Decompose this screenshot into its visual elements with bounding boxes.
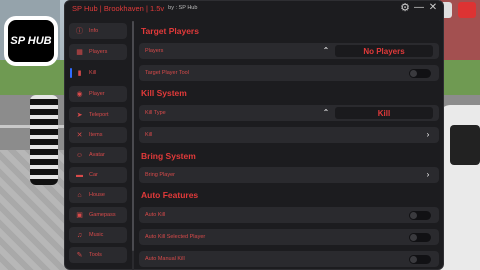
toggle-knob — [410, 234, 417, 241]
bring-player-button[interactable]: Bring Player › — [139, 167, 439, 183]
content-panel: Target Players Players ⌃ No Players Targ… — [139, 21, 439, 270]
section-title-target-players: Target Players — [141, 26, 199, 36]
house-icon: ⌂ — [77, 191, 82, 199]
scrollbar-thumb[interactable] — [132, 21, 134, 251]
title-bar[interactable]: SP Hub | Brookhaven | 1.5v by : SP Hub — [65, 1, 443, 15]
game-icon[interactable] — [458, 2, 476, 18]
auto-kill-selected-label: Auto Kill Selected Player — [145, 234, 206, 240]
auto-kill-toggle[interactable] — [409, 211, 431, 220]
sidebar-item-label: Kill — [89, 70, 97, 76]
music-icon: ♫ — [76, 231, 83, 239]
tools-icon: ✎ — [76, 251, 83, 259]
sidebar-item-items[interactable]: ✕ Items — [69, 127, 127, 143]
items-icon: ✕ — [76, 131, 83, 139]
sidebar-item-car[interactable]: ▬ Car — [69, 167, 127, 183]
sidebar-item-player[interactable]: ◉ Player — [69, 86, 127, 102]
auto-kill-selected-row[interactable]: Auto Kill Selected Player — [139, 229, 439, 245]
sidebar-item-tools[interactable]: ✎ Tools — [69, 247, 127, 263]
auto-kill-selected-toggle[interactable] — [409, 233, 431, 242]
sidebar-item-label: Music — [89, 232, 104, 238]
target-player-tool-row[interactable]: Target Player Tool — [139, 65, 439, 81]
player-character — [440, 105, 480, 270]
info-icon: ⓘ — [76, 27, 83, 35]
sidebar-item-kill[interactable]: ▮ Kill — [69, 65, 127, 81]
sidebar-item-info[interactable]: ⓘ Info — [69, 23, 127, 39]
sidebar-item-avatar[interactable]: ☺ Avatar — [69, 147, 127, 163]
app-logo-text: SP HUB — [8, 20, 54, 62]
kill-button-label: Kill — [145, 132, 153, 138]
section-title-bring-system: Bring System — [141, 151, 196, 161]
sidebar-item-label: Player — [89, 91, 105, 97]
auto-kill-label: Auto Kill — [145, 212, 166, 218]
active-indicator — [70, 68, 72, 78]
sidebar: ⓘ Info ▦ Players ▮ Kill ◉ Player ➤ Telep… — [69, 21, 129, 270]
sidebar-item-gamepass[interactable]: ▣ Gamepass — [69, 207, 127, 223]
sidebar-item-label: Gamepass — [89, 212, 116, 218]
auto-manual-kill-toggle[interactable] — [409, 255, 431, 264]
hub-window: SP Hub | Brookhaven | 1.5v by : SP Hub ⚙… — [64, 0, 444, 270]
target-player-tool-toggle[interactable] — [409, 69, 431, 78]
player-icon: ◉ — [76, 90, 83, 98]
kill-type-dropdown[interactable]: Kill Type ⌃ Kill — [139, 105, 439, 121]
sidebar-item-label: Info — [89, 28, 99, 34]
window-author: by : SP Hub — [168, 5, 198, 11]
kill-type-label: Kill Type — [145, 110, 166, 116]
sidebar-item-music[interactable]: ♫ Music — [69, 227, 127, 243]
close-icon[interactable]: ✕ — [427, 2, 439, 14]
sidebar-item-house[interactable]: ⌂ House — [69, 187, 127, 203]
toggle-knob — [410, 70, 417, 77]
minimize-icon[interactable]: — — [413, 2, 425, 14]
players-icon: ▦ — [76, 48, 83, 56]
gamepass-icon: ▣ — [76, 211, 83, 219]
app-logo-button[interactable]: SP HUB — [4, 16, 58, 66]
settings-gear-icon[interactable]: ⚙ — [399, 2, 411, 14]
striped-post — [30, 95, 58, 185]
chevron-right-icon: › — [426, 130, 430, 139]
players-dropdown-value: No Players — [335, 45, 433, 57]
car-icon: ▬ — [76, 171, 83, 179]
players-dropdown-label: Players — [145, 48, 164, 54]
sidebar-scrollbar[interactable] — [132, 21, 134, 270]
kill-type-value: Kill — [335, 107, 433, 119]
sidebar-item-label: Players — [89, 49, 108, 55]
sidebar-item-players[interactable]: ▦ Players — [69, 44, 127, 60]
section-title-auto-features: Auto Features — [141, 190, 199, 200]
teleport-icon: ➤ — [76, 111, 83, 119]
toggle-knob — [410, 256, 417, 263]
players-dropdown[interactable]: Players ⌃ No Players — [139, 43, 439, 59]
section-title-kill-system: Kill System — [141, 88, 187, 98]
target-player-tool-label: Target Player Tool — [145, 70, 189, 76]
window-title: SP Hub | Brookhaven | 1.5v — [72, 3, 165, 13]
chevron-up-icon: ⌃ — [322, 46, 330, 55]
kill-button[interactable]: Kill › — [139, 127, 439, 143]
chevron-up-icon: ⌃ — [322, 108, 330, 117]
sidebar-item-teleport[interactable]: ➤ Teleport — [69, 107, 127, 123]
sidebar-item-label: Car — [89, 172, 98, 178]
auto-kill-row[interactable]: Auto Kill — [139, 207, 439, 223]
auto-manual-kill-label: Auto Manual Kill — [145, 256, 185, 262]
kill-icon: ▮ — [77, 69, 82, 77]
bring-player-label: Bring Player — [145, 172, 175, 178]
auto-manual-kill-row[interactable]: Auto Manual Kill — [139, 251, 439, 267]
sidebar-item-label: Tools — [89, 252, 102, 258]
chevron-right-icon: › — [426, 170, 430, 179]
avatar-icon: ☺ — [75, 151, 84, 159]
sidebar-item-label: Items — [89, 132, 103, 138]
sidebar-item-label: House — [89, 192, 105, 198]
sidebar-item-label: Teleport — [89, 112, 109, 118]
toggle-knob — [410, 212, 417, 219]
sidebar-item-label: Avatar — [89, 152, 105, 158]
